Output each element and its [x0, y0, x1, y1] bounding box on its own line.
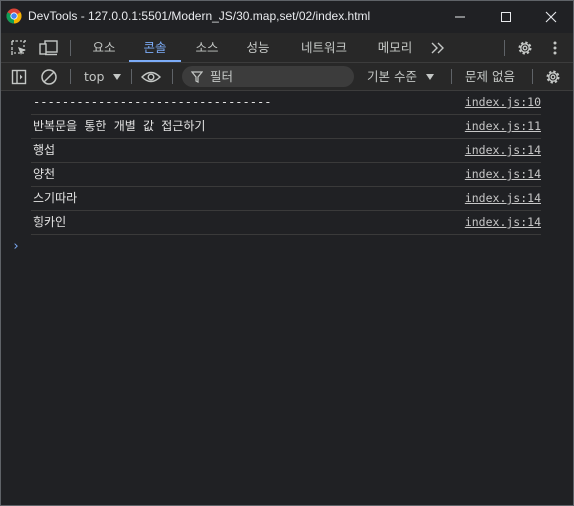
sidebar-toggle-icon [11, 69, 27, 85]
log-levels-dropdown[interactable]: 기본 수준 [367, 63, 435, 90]
tab-memory[interactable]: 메모리 [369, 33, 421, 62]
settings-button[interactable] [515, 38, 535, 58]
kebab-menu-icon [553, 41, 557, 55]
log-row: 반복문을 통한 개별 값 접근하기 index.js:11 [31, 115, 541, 139]
log-source-link[interactable]: index.js:14 [461, 211, 541, 234]
log-row: 양천 index.js:14 [31, 163, 541, 187]
console-toolbar: top 필터 기본 수준 문제 없음 [1, 63, 573, 91]
tab-sources[interactable]: 소스 [187, 33, 227, 62]
divider [70, 40, 71, 56]
filter-icon [191, 71, 203, 83]
chevron-double-right-icon [431, 42, 444, 54]
divider [504, 40, 505, 56]
log-source-link[interactable]: index.js:14 [461, 139, 541, 162]
caret-down-icon [425, 74, 434, 80]
gear-icon [546, 70, 560, 84]
divider [131, 69, 132, 84]
maximize-button[interactable] [483, 1, 529, 33]
divider [172, 69, 173, 84]
inspect-element-button[interactable] [9, 38, 29, 58]
log-row: --------------------------------- index.… [31, 91, 541, 115]
chrome-logo-icon [6, 8, 22, 24]
filter-input[interactable]: 필터 [182, 66, 354, 87]
context-label: top [84, 69, 105, 84]
device-toolbar-icon [39, 40, 58, 56]
more-tabs-button[interactable] [428, 38, 448, 58]
log-message: 양천 [33, 167, 56, 181]
device-toolbar-button[interactable] [39, 38, 59, 58]
console-log: --------------------------------- index.… [1, 91, 573, 235]
devtools-window: DevTools - 127.0.0.1:5501/Modern_JS/30.m… [0, 0, 574, 506]
log-source-link[interactable]: index.js:11 [461, 115, 541, 138]
more-options-button[interactable] [545, 38, 565, 58]
minimize-button[interactable] [437, 1, 483, 33]
minimize-icon [455, 16, 465, 18]
close-button[interactable] [528, 1, 573, 33]
window-title: DevTools - 127.0.0.1:5501/Modern_JS/30.m… [28, 9, 371, 23]
clear-console-icon [41, 69, 57, 85]
maximize-icon [501, 12, 511, 22]
tab-elements[interactable]: 요소 [84, 33, 124, 62]
log-message: 반복문을 통한 개별 값 접근하기 [33, 119, 206, 133]
log-message: 행섭 [33, 143, 56, 157]
tab-network[interactable]: 네트워크 [291, 33, 357, 62]
live-expression-button[interactable] [141, 67, 161, 87]
log-source-link[interactable]: index.js:10 [461, 91, 541, 114]
log-message: 힝카인 [33, 215, 67, 229]
show-sidebar-button[interactable] [9, 67, 29, 87]
log-levels-label: 기본 수준 [367, 69, 417, 84]
log-source-link[interactable]: index.js:14 [461, 163, 541, 186]
filter-placeholder: 필터 [210, 69, 234, 84]
console-settings-button[interactable] [543, 67, 563, 87]
log-message: --------------------------------- [33, 95, 272, 109]
divider [532, 69, 533, 84]
log-row: 행섭 index.js:14 [31, 139, 541, 163]
title-bar: DevTools - 127.0.0.1:5501/Modern_JS/30.m… [1, 1, 573, 33]
divider [70, 69, 71, 84]
context-selector[interactable]: top [84, 63, 122, 90]
clear-console-button[interactable] [39, 67, 59, 87]
log-message: 스기따라 [33, 191, 78, 205]
inspect-element-icon [11, 40, 26, 55]
log-row: 힝카인 index.js:14 [31, 211, 541, 235]
issues-counter[interactable]: 문제 없음 [465, 63, 515, 90]
eye-icon [141, 71, 161, 83]
console-prompt[interactable]: › [12, 239, 20, 254]
main-toolbar: 요소 콘솔 소스 성능 네트워크 메모리 [1, 33, 573, 63]
gear-icon [518, 41, 532, 55]
divider [451, 69, 452, 84]
tab-console[interactable]: 콘솔 [129, 33, 181, 62]
tab-performance[interactable]: 성능 [238, 33, 278, 62]
caret-down-icon [113, 74, 122, 80]
log-row: 스기따라 index.js:14 [31, 187, 541, 211]
log-source-link[interactable]: index.js:14 [461, 187, 541, 210]
close-icon [545, 11, 557, 23]
